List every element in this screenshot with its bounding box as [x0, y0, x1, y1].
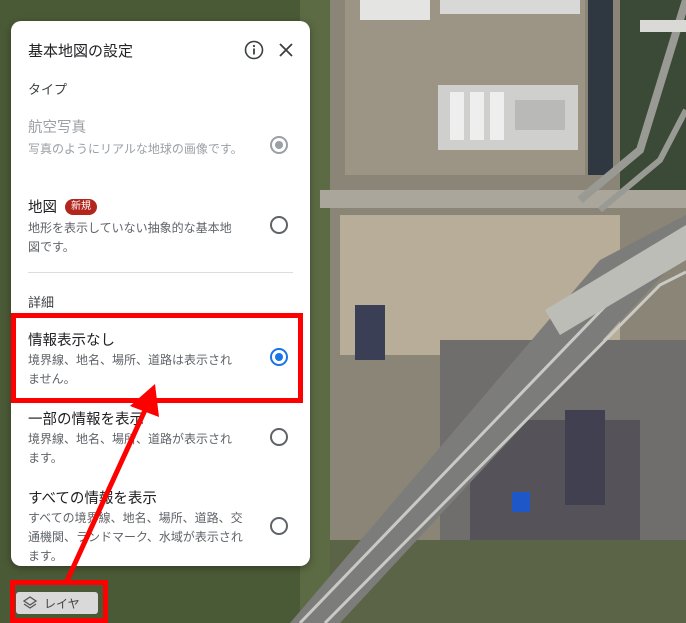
- type-section-label: タイプ: [28, 83, 68, 98]
- option-description: 地形を表示していない抽象的な基本地図です。: [28, 221, 232, 254]
- info-icon[interactable]: [242, 38, 266, 62]
- option-title: 情報表示なし: [28, 333, 115, 349]
- option-description: 境界線、地名、場所、道路は表示されません。: [28, 353, 233, 386]
- layers-icon: [22, 596, 38, 609]
- option-title: 航空写真: [28, 120, 86, 136]
- option-description: 写真のようにリアルな地球の画像です。: [28, 142, 243, 156]
- option-title: 地図 新規: [28, 196, 97, 217]
- map-radio[interactable]: [270, 216, 288, 234]
- new-badge: 新規: [65, 198, 97, 215]
- some-info-radio[interactable]: [270, 428, 288, 446]
- option-description: 境界線、地名、場所、道路が表示されます。: [28, 432, 233, 465]
- aerial-radio[interactable]: [270, 136, 288, 154]
- panel-header: 基本地図の設定: [28, 37, 298, 63]
- layers-button-label: レイヤ: [44, 596, 80, 611]
- layers-button[interactable]: レイヤ: [16, 592, 98, 614]
- all-info-radio[interactable]: [270, 517, 288, 535]
- close-icon[interactable]: [274, 38, 298, 62]
- no-info-radio[interactable]: [270, 348, 288, 366]
- panel-title: 基本地図の設定: [28, 41, 134, 60]
- option-title: すべての情報を表示: [28, 491, 157, 507]
- option-title: 一部の情報を表示: [28, 412, 144, 428]
- base-map-settings-panel: 基本地図の設定 タイプ 航空写真 写真のようにリアルな地球の画像です。 地図 新…: [11, 21, 310, 566]
- option-description: すべての境界線、地名、場所、道路、交通機関、ランドマーク、水域が表示されます。: [28, 511, 243, 563]
- detail-section-label: 詳細: [28, 296, 55, 311]
- section-divider: [28, 272, 293, 273]
